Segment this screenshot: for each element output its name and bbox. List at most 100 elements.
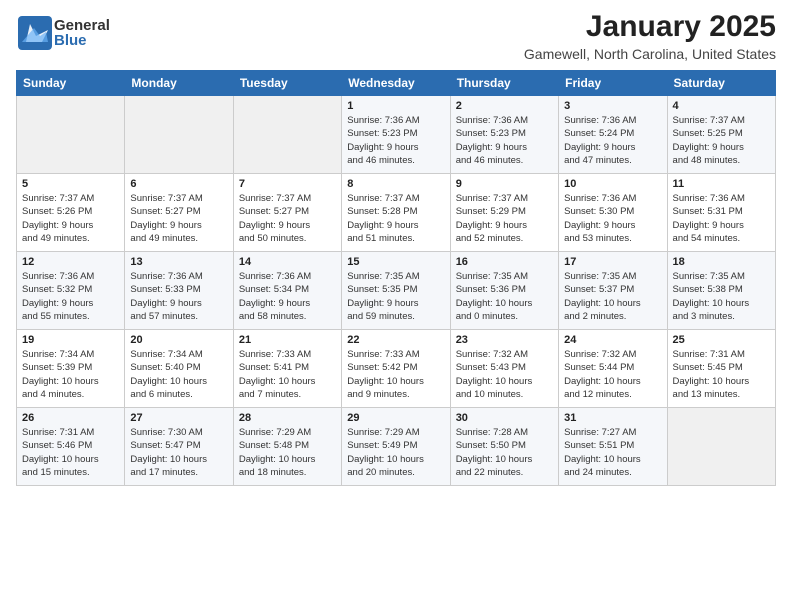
calendar-cell: 30Sunrise: 7:28 AM Sunset: 5:50 PM Dayli… — [450, 408, 558, 486]
calendar-cell — [17, 96, 125, 174]
calendar-cell — [125, 96, 233, 174]
day-number: 8 — [347, 178, 444, 190]
day-number: 19 — [22, 334, 119, 346]
logo-text: General Blue — [54, 18, 110, 48]
day-info: Sunrise: 7:33 AM Sunset: 5:41 PM Dayligh… — [239, 348, 336, 401]
day-info: Sunrise: 7:35 AM Sunset: 5:38 PM Dayligh… — [673, 270, 770, 323]
day-number: 31 — [564, 412, 661, 424]
day-info: Sunrise: 7:37 AM Sunset: 5:26 PM Dayligh… — [22, 192, 119, 245]
day-info: Sunrise: 7:34 AM Sunset: 5:39 PM Dayligh… — [22, 348, 119, 401]
logo-blue-text: Blue — [54, 33, 110, 48]
calendar-cell: 5 Sunrise: 7:37 AM Sunset: 5:26 PM Daylig… — [17, 174, 125, 252]
calendar-cell: 12Sunrise: 7:36 AM Sunset: 5:32 PM Dayli… — [17, 252, 125, 330]
day-number: 29 — [347, 412, 444, 424]
day-info: Sunrise: 7:36 AM Sunset: 5:30 PM Dayligh… — [564, 192, 661, 245]
day-number: 20 — [130, 334, 227, 346]
calendar-header-row: SundayMondayTuesdayWednesdayThursdayFrid… — [17, 71, 776, 96]
day-number: 18 — [673, 256, 770, 268]
day-info: Sunrise: 7:34 AM Sunset: 5:40 PM Dayligh… — [130, 348, 227, 401]
day-number: 1 — [347, 100, 444, 112]
calendar-cell: 11Sunrise: 7:36 AM Sunset: 5:31 PM Dayli… — [667, 174, 775, 252]
calendar-week-row: 26 Sunrise: 7:31 AM Sunset: 5:46 PM Dayli… — [17, 408, 776, 486]
calendar-cell: 2 Sunrise: 7:36 AM Sunset: 5:23 PM Daylig… — [450, 96, 558, 174]
day-number: 22 — [347, 334, 444, 346]
day-info: Sunrise: 7:35 AM Sunset: 5:36 PM Dayligh… — [456, 270, 553, 323]
logo-general-text: General — [54, 18, 110, 33]
day-info: Sunrise: 7:30 AM Sunset: 5:47 PM Dayligh… — [130, 426, 227, 479]
day-info: Sunrise: 7:36 AM Sunset: 5:32 PM Dayligh… — [22, 270, 119, 323]
logo-icon — [16, 14, 54, 52]
day-info: Sunrise: 7:31 AM Sunset: 5:45 PM Dayligh… — [673, 348, 770, 401]
day-info: Sunrise: 7:33 AM Sunset: 5:42 PM Dayligh… — [347, 348, 444, 401]
day-number: 21 — [239, 334, 336, 346]
day-number: 5 — [22, 178, 119, 190]
weekday-header: Friday — [559, 71, 667, 96]
day-info: Sunrise: 7:37 AM Sunset: 5:29 PM Dayligh… — [456, 192, 553, 245]
day-info: Sunrise: 7:37 AM Sunset: 5:25 PM Dayligh… — [673, 114, 770, 167]
day-number: 17 — [564, 256, 661, 268]
calendar-cell: 31 Sunrise: 7:27 AM Sunset: 5:51 PM Dayli… — [559, 408, 667, 486]
day-info: Sunrise: 7:27 AM Sunset: 5:51 PM Dayligh… — [564, 426, 661, 479]
day-info: Sunrise: 7:35 AM Sunset: 5:35 PM Dayligh… — [347, 270, 444, 323]
calendar-cell — [667, 408, 775, 486]
calendar-table: SundayMondayTuesdayWednesdayThursdayFrid… — [16, 70, 776, 486]
day-number: 11 — [673, 178, 770, 190]
calendar-cell: 29 Sunrise: 7:29 AM Sunset: 5:49 PM Dayli… — [342, 408, 450, 486]
day-number: 15 — [347, 256, 444, 268]
day-number: 28 — [239, 412, 336, 424]
calendar-cell — [233, 96, 341, 174]
day-number: 4 — [673, 100, 770, 112]
calendar-cell: 21 Sunrise: 7:33 AM Sunset: 5:41 PM Dayli… — [233, 330, 341, 408]
calendar-cell: 17 Sunrise: 7:35 AM Sunset: 5:37 PM Dayli… — [559, 252, 667, 330]
day-info: Sunrise: 7:37 AM Sunset: 5:27 PM Dayligh… — [239, 192, 336, 245]
weekday-header: Thursday — [450, 71, 558, 96]
day-number: 3 — [564, 100, 661, 112]
day-info: Sunrise: 7:31 AM Sunset: 5:46 PM Dayligh… — [22, 426, 119, 479]
day-number: 27 — [130, 412, 227, 424]
calendar-cell: 23Sunrise: 7:32 AM Sunset: 5:43 PM Dayli… — [450, 330, 558, 408]
calendar-cell: 4 Sunrise: 7:37 AM Sunset: 5:25 PM Daylig… — [667, 96, 775, 174]
day-info: Sunrise: 7:28 AM Sunset: 5:50 PM Dayligh… — [456, 426, 553, 479]
calendar-cell: 15 Sunrise: 7:35 AM Sunset: 5:35 PM Dayli… — [342, 252, 450, 330]
day-number: 14 — [239, 256, 336, 268]
calendar-week-row: 12Sunrise: 7:36 AM Sunset: 5:32 PM Dayli… — [17, 252, 776, 330]
calendar-cell: 24 Sunrise: 7:32 AM Sunset: 5:44 PM Dayli… — [559, 330, 667, 408]
day-info: Sunrise: 7:32 AM Sunset: 5:44 PM Dayligh… — [564, 348, 661, 401]
day-number: 13 — [130, 256, 227, 268]
calendar-week-row: 1 Sunrise: 7:36 AM Sunset: 5:23 PM Daylig… — [17, 96, 776, 174]
page: General Blue January 2025 Gamewell, Nort… — [0, 0, 792, 612]
weekday-header: Wednesday — [342, 71, 450, 96]
day-number: 25 — [673, 334, 770, 346]
calendar-title: January 2025 — [524, 10, 776, 44]
calendar-subtitle: Gamewell, North Carolina, United States — [524, 46, 776, 62]
weekday-header: Monday — [125, 71, 233, 96]
calendar-week-row: 19 Sunrise: 7:34 AM Sunset: 5:39 PM Dayli… — [17, 330, 776, 408]
day-number: 7 — [239, 178, 336, 190]
calendar-cell: 16 Sunrise: 7:35 AM Sunset: 5:36 PM Dayli… — [450, 252, 558, 330]
weekday-header: Tuesday — [233, 71, 341, 96]
day-number: 24 — [564, 334, 661, 346]
day-number: 23 — [456, 334, 553, 346]
title-block: January 2025 Gamewell, North Carolina, U… — [524, 10, 776, 62]
day-info: Sunrise: 7:36 AM Sunset: 5:23 PM Dayligh… — [347, 114, 444, 167]
logo: General Blue — [16, 14, 110, 52]
day-number: 2 — [456, 100, 553, 112]
calendar-cell: 20 Sunrise: 7:34 AM Sunset: 5:40 PM Dayli… — [125, 330, 233, 408]
day-number: 26 — [22, 412, 119, 424]
day-number: 9 — [456, 178, 553, 190]
calendar-week-row: 5 Sunrise: 7:37 AM Sunset: 5:26 PM Daylig… — [17, 174, 776, 252]
day-info: Sunrise: 7:36 AM Sunset: 5:33 PM Dayligh… — [130, 270, 227, 323]
calendar-cell: 1 Sunrise: 7:36 AM Sunset: 5:23 PM Daylig… — [342, 96, 450, 174]
calendar-cell: 19 Sunrise: 7:34 AM Sunset: 5:39 PM Dayli… — [17, 330, 125, 408]
day-info: Sunrise: 7:35 AM Sunset: 5:37 PM Dayligh… — [564, 270, 661, 323]
calendar-cell: 28Sunrise: 7:29 AM Sunset: 5:48 PM Dayli… — [233, 408, 341, 486]
header: General Blue January 2025 Gamewell, Nort… — [16, 10, 776, 62]
day-info: Sunrise: 7:36 AM Sunset: 5:23 PM Dayligh… — [456, 114, 553, 167]
calendar-cell: 6Sunrise: 7:37 AM Sunset: 5:27 PM Daylig… — [125, 174, 233, 252]
calendar-cell: 26 Sunrise: 7:31 AM Sunset: 5:46 PM Dayli… — [17, 408, 125, 486]
calendar-cell: 3Sunrise: 7:36 AM Sunset: 5:24 PM Daylig… — [559, 96, 667, 174]
day-number: 16 — [456, 256, 553, 268]
calendar-cell: 8Sunrise: 7:37 AM Sunset: 5:28 PM Daylig… — [342, 174, 450, 252]
day-info: Sunrise: 7:29 AM Sunset: 5:49 PM Dayligh… — [347, 426, 444, 479]
calendar-cell: 10Sunrise: 7:36 AM Sunset: 5:30 PM Dayli… — [559, 174, 667, 252]
